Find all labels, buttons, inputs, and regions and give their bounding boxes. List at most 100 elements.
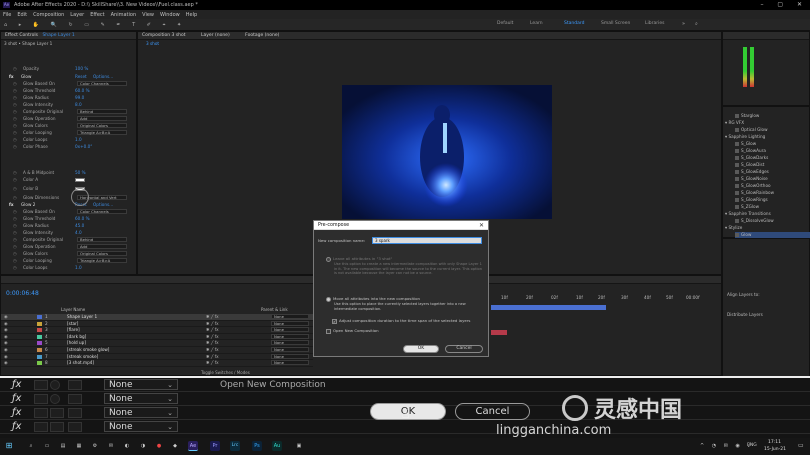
layer-name[interactable]: [star] [67, 321, 78, 327]
menu-help[interactable]: Help [186, 12, 197, 18]
property-dropdown[interactable]: Add [77, 116, 127, 121]
switches-icons[interactable]: ✱ ╱ fx [206, 334, 219, 340]
fx-icon[interactable]: fx [9, 202, 14, 208]
effect-property-row[interactable]: ◷ Composite Original Behind [1, 109, 136, 115]
motion-blur-icon[interactable] [50, 380, 60, 390]
effect-property-row[interactable]: ◷ Glow Threshold 60.0 % [1, 88, 136, 94]
stopwatch-icon[interactable]: ◷ [13, 244, 17, 250]
label-color-swatch[interactable] [37, 348, 42, 352]
time-ruler[interactable]: 10f 20f 02f 10f 20f 30f 40f 50f 00:00f [491, 295, 721, 303]
effect-property-row[interactable]: ◷ Glow Dimensions Horizontal and Vert [1, 195, 136, 201]
photoshop-taskbar-icon[interactable]: Ps [252, 441, 262, 451]
property-value[interactable]: 1.0 [75, 137, 82, 143]
effects-folder[interactable]: ▾ Sapphire Transitions [725, 211, 805, 217]
app-icon[interactable]: ◆ [170, 441, 180, 451]
label-color-swatch[interactable] [37, 354, 42, 359]
options-link[interactable]: Options... [93, 74, 113, 80]
workspace-learn[interactable]: Learn [530, 21, 543, 26]
label-color-swatch[interactable] [37, 328, 42, 333]
menu-animation[interactable]: Animation [111, 12, 137, 18]
stopwatch-icon[interactable]: ◷ [13, 265, 17, 271]
effects-item[interactable]: S_GlowDarks [735, 155, 810, 161]
menu-composition[interactable]: Composition [33, 12, 64, 18]
label-color-swatch[interactable] [37, 341, 42, 346]
visibility-eye-icon[interactable]: ◉ [4, 340, 8, 346]
layer-name[interactable]: [streak smoke] [67, 354, 98, 360]
timeline-layer-row[interactable]: ◉ 5 [hold up] ✱ ╱ fx None [1, 340, 313, 347]
app-icon[interactable]: ▣ [294, 441, 304, 451]
switches-icons[interactable]: ✱ ╱ fx [206, 321, 219, 327]
open-new-comp-checkbox[interactable]: Open New Composition [326, 328, 379, 334]
stopwatch-icon[interactable]: ◷ [13, 258, 17, 264]
property-value[interactable]: 99.0 [75, 95, 84, 101]
effect-property-row[interactable]: ◷ Color B [1, 186, 136, 192]
switch-cell[interactable] [34, 408, 48, 418]
switch-cell[interactable] [34, 380, 48, 390]
reset-link[interactable]: Reset [75, 74, 87, 80]
property-dropdown[interactable]: Color Channels [77, 209, 127, 214]
effects-item[interactable]: S_DissolveGlow [735, 218, 810, 224]
clock-date[interactable]: 15-Jun-21 [764, 447, 786, 452]
layer-name[interactable]: [3 shot.mp4] [67, 360, 94, 366]
switch-cell[interactable] [34, 422, 48, 432]
label-color-swatch[interactable] [37, 315, 42, 319]
fx-icon[interactable]: ƒx [12, 379, 21, 390]
chrome-icon[interactable]: ● [154, 441, 164, 451]
property-value[interactable]: 4.0 [75, 230, 82, 236]
effect-property-row[interactable]: ◷ Glow Radius 99.0 [1, 95, 136, 101]
menu-window[interactable]: Window [160, 12, 180, 18]
search-help-icon[interactable]: ⌕ [695, 21, 698, 27]
parent-dropdown[interactable]: None [271, 347, 309, 352]
menu-layer[interactable]: Layer [70, 12, 84, 18]
stopwatch-icon[interactable]: ◷ [13, 116, 17, 122]
timeline-layer-row[interactable]: ◉ 4 [dark bg] ✱ ╱ fx None [1, 333, 313, 341]
effect-property-row[interactable]: ◷ Color Loops 1.0 [1, 265, 136, 271]
stopwatch-icon[interactable]: ◷ [13, 223, 17, 229]
stopwatch-icon[interactable]: ◷ [13, 81, 17, 87]
stopwatch-icon[interactable]: ◷ [13, 123, 17, 129]
property-dropdown[interactable]: Triangle A>B>A [77, 258, 127, 263]
effects-item[interactable]: S_GlowEdges [735, 169, 810, 175]
effects-folder[interactable]: ▾ RG VFX [725, 120, 805, 126]
visibility-eye-icon[interactable]: ◉ [4, 360, 8, 366]
switches-icons[interactable]: ✱ ╱ fx [206, 354, 219, 360]
layer-name[interactable]: [streak smoke glow] [67, 347, 109, 353]
effect-property-row[interactable]: ◷ Glow Radius 45.0 [1, 223, 136, 229]
menu-edit[interactable]: Edit [17, 12, 27, 18]
property-dropdown[interactable]: Original Colors [77, 251, 127, 256]
cancel-button[interactable]: Cancel [445, 345, 483, 353]
effects-item[interactable]: S_GlowAura [735, 148, 810, 154]
property-dropdown[interactable]: Color Channels [77, 81, 127, 86]
lightroom-taskbar-icon[interactable]: Lrc [230, 441, 240, 451]
parent-dropdown[interactable]: None [271, 314, 309, 319]
effects-item[interactable]: S_GlowRings [735, 197, 810, 203]
switches-icons[interactable]: ✱ ╱ fx [206, 340, 219, 346]
effect-property-row[interactable]: ◷ Opacity 100 % [1, 66, 136, 72]
color-phase-dial[interactable] [71, 188, 89, 206]
effect-property-row[interactable]: ◷ Composite Original Behind [1, 237, 136, 243]
property-value[interactable]: 100 % [75, 66, 88, 72]
parent-dropdown[interactable]: None [271, 360, 309, 366]
footage-tab[interactable]: Footage (none) [245, 33, 279, 38]
effect-property-row[interactable]: ◷ A & B Midpoint 50 % [1, 170, 136, 176]
label-color-swatch[interactable] [37, 321, 42, 326]
parent-dropdown[interactable]: None ⌄ [104, 379, 178, 390]
effect-property-row[interactable]: ◷ Glow Intensity 8.0 [1, 102, 136, 108]
switches-icons[interactable]: ✱ ╱ fx [206, 360, 219, 366]
visibility-eye-icon[interactable]: ◉ [4, 321, 8, 327]
effect-property-row[interactable]: ◷ Glow Threshold 60.0 % [1, 216, 136, 222]
composition-tab[interactable]: Composition 3 shot [142, 33, 186, 38]
switches-icons[interactable]: ✱ ╱ fx [206, 327, 219, 333]
effect-property-row[interactable]: ◷ Glow Colors Original Colors [1, 251, 136, 257]
visibility-eye-icon[interactable]: ◉ [4, 347, 8, 353]
property-dropdown[interactable]: Original Colors [77, 123, 127, 128]
layer-name[interactable]: [flare] [67, 327, 80, 333]
stopwatch-icon[interactable]: ◷ [13, 95, 17, 101]
options-link[interactable]: Options... [93, 202, 113, 208]
fx-icon[interactable]: ƒx [12, 407, 21, 418]
stopwatch-icon[interactable]: ◷ [13, 109, 17, 115]
language-indicator[interactable]: ENG [747, 443, 757, 448]
property-value[interactable]: 60.0 % [75, 88, 90, 94]
switches-icons[interactable]: ✱ ╱ fx [206, 314, 219, 320]
workspace-libraries[interactable]: Libraries [645, 21, 664, 26]
